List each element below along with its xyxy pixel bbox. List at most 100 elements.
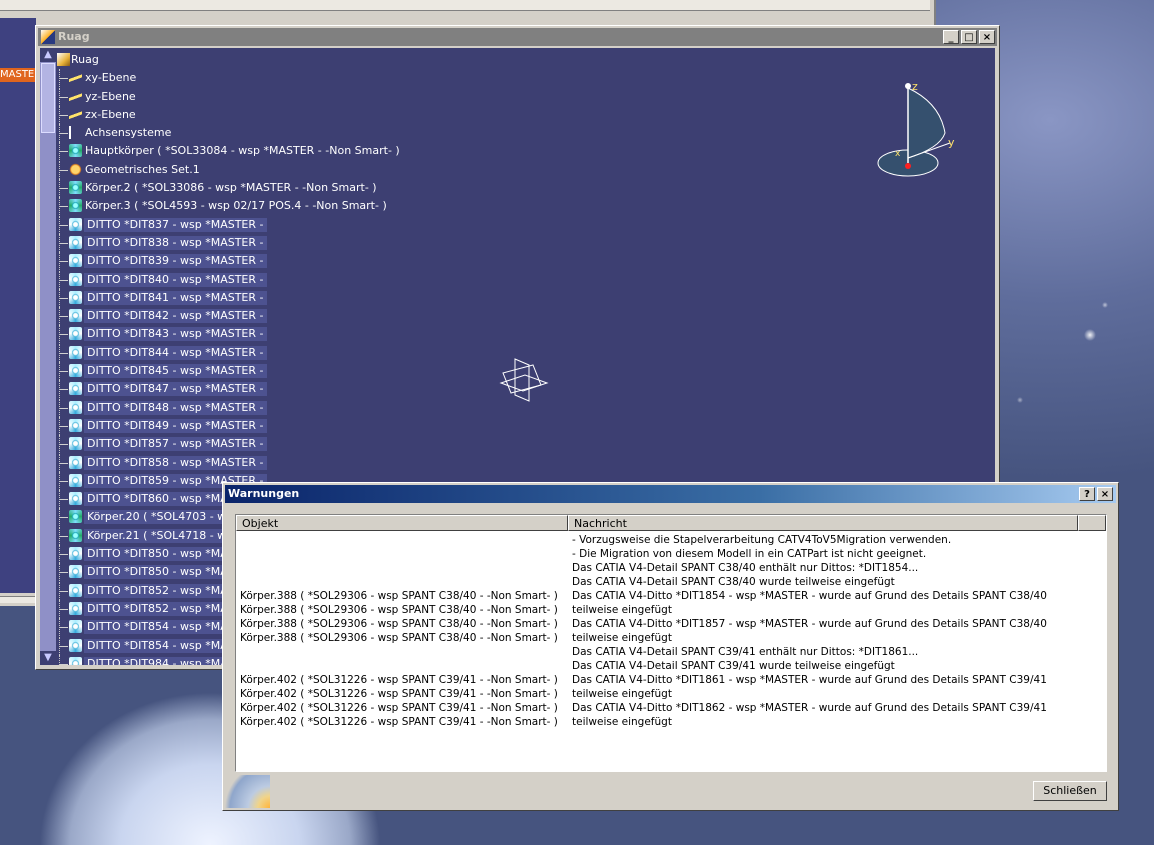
ditto-icon bbox=[69, 547, 82, 561]
objekt-cell: Körper.388 ( *SOL29306 - wsp SPANT C38/4… bbox=[240, 632, 558, 644]
maximize-button[interactable]: □ bbox=[961, 30, 977, 44]
tree-node-label: DITTO *DIT857 - wsp *MASTER - bbox=[84, 437, 267, 452]
warnings-titlebar[interactable]: Warnungen ? × bbox=[225, 485, 1116, 503]
body-icon bbox=[69, 510, 82, 524]
nachricht-cell: teilweise eingefügt bbox=[572, 632, 672, 644]
dialog-close-button[interactable]: × bbox=[1097, 487, 1113, 501]
tree-node[interactable]: Geometrisches Set.1 bbox=[57, 160, 957, 179]
table-row[interactable]: Das CATIA V4-Detail SPANT C39/41 wurde t… bbox=[236, 659, 1106, 673]
tree-node-label: DITTO *DIT854 - wsp *MAS bbox=[84, 620, 238, 635]
nachricht-cell: - Vorzugsweise die Stapelverarbeitung CA… bbox=[572, 534, 952, 546]
minimize-button[interactable]: _ bbox=[943, 30, 959, 44]
tree-node-label: DITTO *DIT852 - wsp *MAS bbox=[84, 583, 238, 598]
scroll-thumb[interactable] bbox=[41, 63, 55, 133]
tree-node-label: DITTO *DIT844 - wsp *MASTER - bbox=[84, 345, 267, 360]
table-row[interactable]: - Die Migration von diesem Modell in ein… bbox=[236, 547, 1106, 561]
tree-node[interactable]: DITTO *DIT843 - wsp *MASTER - bbox=[57, 325, 957, 344]
tree-node[interactable]: DITTO *DIT842 - wsp *MASTER - bbox=[57, 307, 957, 326]
tree-node-label: Geometrisches Set.1 bbox=[85, 162, 200, 176]
tree-node[interactable]: DITTO *DIT841 - wsp *MASTER - bbox=[57, 288, 957, 307]
ditto-icon bbox=[69, 473, 82, 487]
warnings-rows: - Vorzugsweise die Stapelverarbeitung CA… bbox=[236, 533, 1106, 729]
table-row[interactable]: Körper.388 ( *SOL29306 - wsp SPANT C38/4… bbox=[236, 617, 1106, 631]
compass-z-label: z bbox=[912, 80, 918, 93]
tree-node[interactable]: zx-Ebene bbox=[57, 105, 957, 124]
table-row[interactable]: Körper.402 ( *SOL31226 - wsp SPANT C39/4… bbox=[236, 673, 1106, 687]
table-row[interactable]: Körper.402 ( *SOL31226 - wsp SPANT C39/4… bbox=[236, 715, 1106, 729]
close-button[interactable]: × bbox=[979, 30, 995, 44]
tree-node[interactable]: DITTO *DIT838 - wsp *MASTER - bbox=[57, 233, 957, 252]
nachricht-cell: Das CATIA V4-Detail SPANT C38/40 wurde t… bbox=[572, 576, 895, 588]
warnings-table[interactable]: Objekt Nachricht - Vorzugsweise die Stap… bbox=[235, 514, 1107, 772]
table-row[interactable]: - Vorzugsweise die Stapelverarbeitung CA… bbox=[236, 533, 1106, 547]
nachricht-cell: teilweise eingefügt bbox=[572, 688, 672, 700]
table-row[interactable]: Körper.388 ( *SOL29306 - wsp SPANT C38/4… bbox=[236, 603, 1106, 617]
tree-node[interactable]: Körper.3 ( *SOL4593 - wsp 02/17 POS.4 - … bbox=[57, 197, 957, 216]
table-row[interactable]: Das CATIA V4-Detail SPANT C38/40 enthält… bbox=[236, 561, 1106, 575]
tree-node[interactable]: Achsensysteme bbox=[57, 124, 957, 143]
scroll-down-icon[interactable]: ▼ bbox=[40, 651, 56, 665]
table-row[interactable]: Körper.402 ( *SOL31226 - wsp SPANT C39/4… bbox=[236, 701, 1106, 715]
plane-icon bbox=[69, 89, 82, 103]
compass-y-label: y bbox=[948, 136, 955, 149]
catia-app-icon bbox=[41, 30, 55, 44]
tree-node-label: Hauptkörper ( *SOL33084 - wsp *MASTER - … bbox=[85, 144, 400, 158]
tree-node[interactable]: Hauptkörper ( *SOL33084 - wsp *MASTER - … bbox=[57, 142, 957, 161]
geometrical-set-icon bbox=[69, 162, 82, 176]
tree-node[interactable]: xy-Ebene bbox=[57, 69, 957, 88]
ditto-icon bbox=[69, 437, 82, 451]
ditto-icon bbox=[69, 364, 82, 378]
table-row[interactable]: Das CATIA V4-Detail SPANT C39/41 enthält… bbox=[236, 645, 1106, 659]
tree-node[interactable]: DITTO *DIT849 - wsp *MASTER - bbox=[57, 416, 957, 435]
table-row[interactable]: Körper.402 ( *SOL31226 - wsp SPANT C39/4… bbox=[236, 687, 1106, 701]
table-row[interactable]: Körper.388 ( *SOL29306 - wsp SPANT C38/4… bbox=[236, 631, 1106, 645]
tree-node[interactable]: DITTO *DIT839 - wsp *MASTER - bbox=[57, 252, 957, 271]
tree-node[interactable]: DITTO *DIT840 - wsp *MASTER - bbox=[57, 270, 957, 289]
help-button[interactable]: ? bbox=[1079, 487, 1095, 501]
table-row[interactable]: Körper.388 ( *SOL29306 - wsp SPANT C38/4… bbox=[236, 589, 1106, 603]
ditto-icon bbox=[69, 382, 82, 396]
tree-node[interactable]: DITTO *DIT858 - wsp *MASTER - bbox=[57, 453, 957, 472]
ditto-icon bbox=[69, 217, 82, 231]
tree-node[interactable]: Ruag bbox=[57, 51, 957, 69]
tree-node[interactable]: yz-Ebene bbox=[57, 87, 957, 106]
table-row[interactable]: Das CATIA V4-Detail SPANT C38/40 wurde t… bbox=[236, 575, 1106, 589]
tree-node[interactable]: Körper.2 ( *SOL33086 - wsp *MASTER - -No… bbox=[57, 179, 957, 198]
tree-node-label: DITTO *DIT849 - wsp *MASTER - bbox=[84, 418, 267, 433]
tree-node-label: DITTO *DIT845 - wsp *MASTER - bbox=[84, 364, 267, 379]
plane-icon bbox=[69, 71, 82, 85]
tree-node-label: DITTO *DIT850 - wsp *MAS bbox=[84, 547, 238, 562]
tree-node[interactable]: DITTO *DIT837 - wsp *MASTER - bbox=[57, 215, 957, 234]
nachricht-cell: teilweise eingefügt bbox=[572, 604, 672, 616]
column-header-objekt[interactable]: Objekt bbox=[236, 515, 568, 531]
ditto-icon bbox=[69, 309, 82, 323]
tree-node-label: DITTO *DIT860 - wsp *MAS bbox=[84, 492, 238, 507]
tree-node-label: DITTO *DIT852 - wsp *MAS bbox=[84, 601, 238, 616]
body-icon bbox=[69, 528, 82, 542]
tree-scrollbar[interactable]: ▲ ▼ bbox=[40, 48, 56, 665]
tree-node-label: yz-Ebene bbox=[85, 89, 136, 103]
ditto-icon bbox=[69, 656, 82, 665]
nachricht-cell: Das CATIA V4-Ditto *DIT1857 - wsp *MASTE… bbox=[572, 618, 1047, 630]
tree-node-label: Achsensysteme bbox=[85, 126, 172, 140]
nachricht-cell: Das CATIA V4-Detail SPANT C39/41 wurde t… bbox=[572, 660, 895, 672]
nachricht-cell: Das CATIA V4-Ditto *DIT1854 - wsp *MASTE… bbox=[572, 590, 1047, 602]
part-icon bbox=[57, 53, 70, 66]
objekt-cell: Körper.402 ( *SOL31226 - wsp SPANT C39/4… bbox=[240, 688, 558, 700]
objekt-cell: Körper.402 ( *SOL31226 - wsp SPANT C39/4… bbox=[240, 674, 558, 686]
tree-node-label: DITTO *DIT843 - wsp *MASTER - bbox=[84, 327, 267, 342]
ditto-icon bbox=[69, 620, 82, 634]
body-icon bbox=[69, 144, 82, 158]
ditto-icon bbox=[69, 418, 82, 432]
schliessen-button[interactable]: Schließen bbox=[1033, 781, 1107, 801]
objekt-cell: Körper.388 ( *SOL29306 - wsp SPANT C38/4… bbox=[240, 618, 558, 630]
ditto-icon bbox=[69, 565, 82, 579]
ruag-titlebar[interactable]: Ruag _ □ × bbox=[38, 28, 997, 46]
axis-system-icon bbox=[69, 126, 79, 140]
column-header-nachricht[interactable]: Nachricht bbox=[568, 515, 1078, 531]
dialog-corner-decoration bbox=[225, 775, 270, 808]
compass-icon[interactable]: z y x bbox=[870, 78, 970, 188]
scroll-up-icon[interactable]: ▲ bbox=[40, 48, 56, 62]
warnings-title: Warnungen bbox=[228, 487, 300, 500]
tree-node[interactable]: DITTO *DIT857 - wsp *MASTER - bbox=[57, 435, 957, 454]
